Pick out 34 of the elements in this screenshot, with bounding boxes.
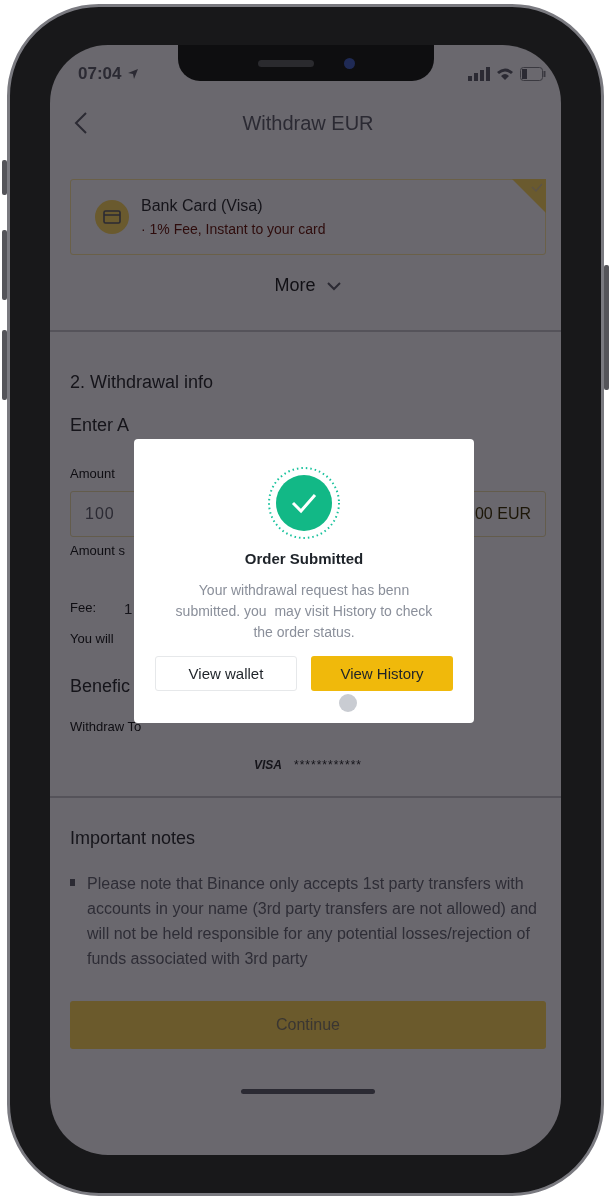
payment-method-note: · 1% Fee, Instant to your card — [141, 221, 326, 237]
selected-corner-icon — [512, 179, 546, 213]
view-history-button[interactable]: View History — [311, 656, 453, 691]
fee-value: 1 — [124, 600, 133, 617]
check-circle-icon — [267, 466, 341, 540]
card-number: ************ — [294, 758, 363, 772]
signal-icon — [468, 67, 490, 81]
touch-indicator — [339, 694, 357, 712]
battery-icon — [520, 67, 546, 81]
payment-method-name: Bank Card (Visa) — [141, 197, 264, 215]
wifi-icon — [496, 67, 514, 81]
payment-method-card[interactable]: Bank Card (Visa) · 1% Fee, Instant to your card — [70, 179, 546, 255]
field-label: Withdraw To — [70, 719, 142, 734]
section-heading: Enter A — [70, 415, 130, 436]
amount-hint: Amount s — [70, 543, 125, 558]
section-heading: 2. Withdrawal info — [70, 372, 214, 393]
fee-label: Fee: — [70, 600, 96, 615]
back-icon[interactable] — [74, 111, 88, 135]
receive-label: You will — [70, 631, 114, 646]
note-text: Please note that Binance only accepts 1st party transfers with accounts in your name (3rd party transfers are not allowed) and will not be held responsible for any potential losses/rejection of funds associated with 3rd party — [87, 874, 538, 969]
location-arrow-icon — [127, 68, 140, 80]
dialog-title: Order Submitted — [244, 550, 364, 567]
notes-heading: Important notes — [70, 828, 196, 849]
bullet-icon — [70, 879, 75, 886]
more-toggle[interactable]: More — [274, 275, 342, 296]
card-brand: VISA — [253, 758, 282, 772]
card-icon — [95, 200, 129, 234]
chevron-down-icon — [325, 280, 342, 291]
section-heading: Benefic — [70, 676, 131, 697]
view-wallet-button[interactable]: View wallet — [155, 656, 297, 691]
dialog-message: Your withdrawal request has benn submitted. you may visit History to check the order status. — [174, 581, 434, 642]
field-label: Amount — [70, 466, 115, 481]
status-time: 07:04 — [78, 64, 122, 84]
page-title: Withdraw EUR — [242, 111, 374, 135]
